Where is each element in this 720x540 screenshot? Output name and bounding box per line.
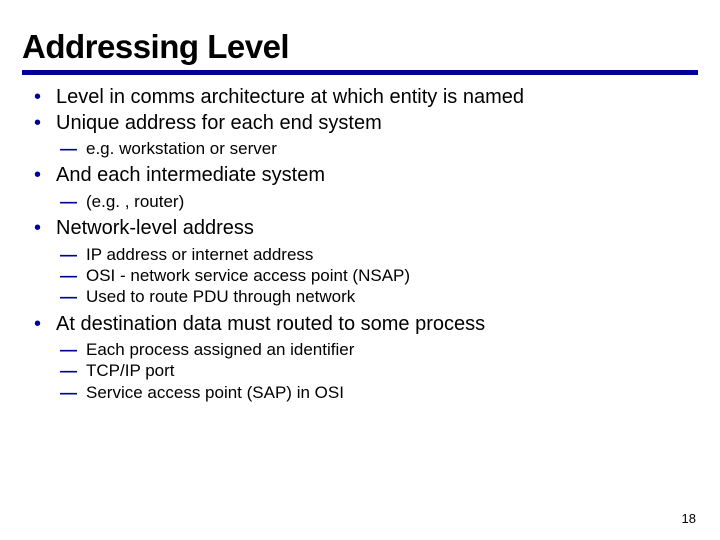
title-underline — [22, 70, 698, 75]
list-item: Level in comms architecture at which ent… — [56, 85, 698, 111]
list-item: At destination data must routed to some … — [56, 312, 698, 403]
bullet-text: At destination data must routed to some … — [56, 313, 485, 335]
sub-item: (e.g. , router) — [86, 191, 698, 212]
sub-item: TCP/IP port — [86, 360, 698, 381]
sub-item: e.g. workstation or server — [86, 138, 698, 159]
list-item: Network-level address IP address or inte… — [56, 216, 698, 307]
bullet-text: Level in comms architecture at which ent… — [56, 86, 524, 108]
sub-list: e.g. workstation or server — [56, 138, 698, 159]
sub-item: OSI - network service access point (NSAP… — [86, 265, 698, 286]
sub-item: IP address or internet address — [86, 244, 698, 265]
sub-list: (e.g. , router) — [56, 191, 698, 212]
bullet-list: Level in comms architecture at which ent… — [22, 85, 698, 403]
slide-title: Addressing Level — [22, 28, 698, 70]
list-item: And each intermediate system (e.g. , rou… — [56, 163, 698, 212]
list-item: Unique address for each end system e.g. … — [56, 111, 698, 160]
bullet-text: And each intermediate system — [56, 164, 325, 186]
sub-item: Used to route PDU through network — [86, 286, 698, 307]
bullet-text: Unique address for each end system — [56, 112, 382, 134]
sub-list: Each process assigned an identifier TCP/… — [56, 339, 698, 403]
page-number: 18 — [682, 511, 696, 526]
sub-item: Service access point (SAP) in OSI — [86, 382, 698, 403]
sub-list: IP address or internet address OSI - net… — [56, 244, 698, 308]
sub-item: Each process assigned an identifier — [86, 339, 698, 360]
bullet-text: Network-level address — [56, 217, 254, 239]
